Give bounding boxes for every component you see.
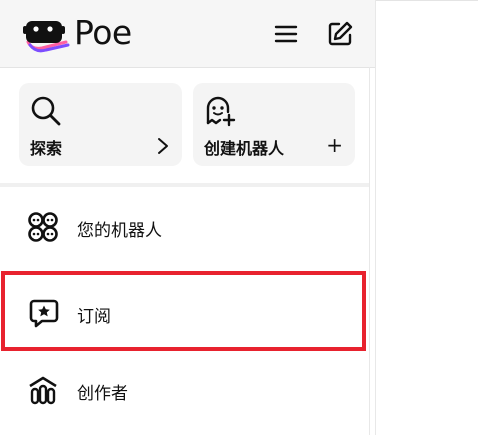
explore-card[interactable]: 探索 [19,83,182,166]
nav-label-creators: 创作者 [77,384,128,404]
create-bot-label: 创建机器人 [204,139,285,158]
sidebar-header: Poe [0,0,375,68]
create-bot-card[interactable]: 创建机器人 + [193,83,355,166]
sidebar: Poe 探索 创建机器人 + 您的机器人 订阅 创作者 [0,0,375,435]
panel-divider [375,0,376,435]
bots-grid-icon [28,212,58,242]
explore-label: 探索 [30,139,63,158]
compose-icon[interactable] [326,20,354,48]
hamburger-menu-icon[interactable] [272,20,300,48]
poe-logo-icon[interactable] [22,14,72,54]
search-icon [31,96,61,126]
nav-item-creators[interactable]: 创作者 [0,350,369,430]
brand-name: Poe [74,13,132,52]
nav-item-your-bots[interactable]: 您的机器人 [0,187,369,267]
plus-icon: + [326,133,343,157]
chevron-right-icon [158,138,168,154]
nav-label-your-bots: 您的机器人 [77,221,162,241]
bot-add-icon [206,96,236,127]
top-border [375,0,478,1]
creators-icon [29,376,57,405]
nav-label-subscriptions: 订阅 [77,307,111,327]
nav-item-subscriptions[interactable]: 订阅 [0,272,369,352]
subscription-star-icon [29,299,59,328]
sidebar-scroll-divider [369,67,370,435]
